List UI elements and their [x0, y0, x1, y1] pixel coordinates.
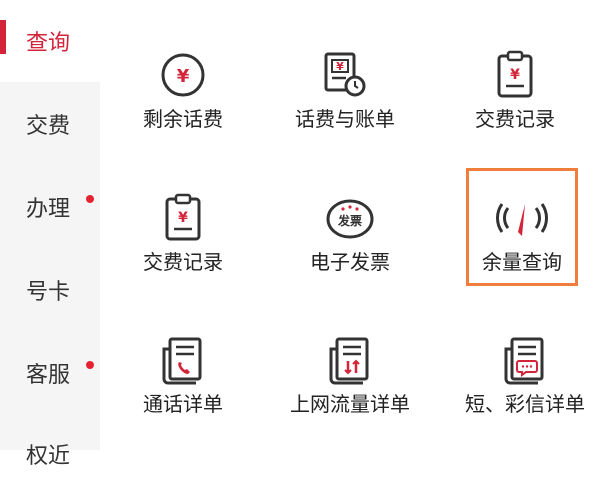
- sidebar-item-label: 权近: [26, 444, 71, 469]
- svg-text:¥: ¥: [336, 60, 344, 73]
- grid-item-label: 话费与账单: [295, 107, 395, 131]
- sidebar-item-label: 客服: [26, 363, 71, 388]
- grid-item-label: 上网流量详单: [290, 392, 410, 416]
- grid-item-label: 交费记录: [475, 107, 555, 131]
- grid-item-e-invoice[interactable]: 发票 电子发票: [275, 188, 425, 308]
- grid-item-label: 交费记录: [143, 250, 223, 274]
- svg-text:¥: ¥: [178, 210, 188, 226]
- notification-dot: [86, 361, 94, 369]
- active-indicator: [0, 20, 6, 54]
- grid-item-label: 通话详单: [143, 392, 223, 416]
- invoice-stamp-icon: 发票: [320, 188, 380, 248]
- sidebar: 查询 交费 办理 号卡 客服 权近: [0, 0, 100, 469]
- sidebar-item-label: 号卡: [26, 280, 71, 305]
- svg-text:¥: ¥: [510, 67, 520, 83]
- notification-dot: [86, 195, 94, 203]
- grid-item-payment-record-2[interactable]: ¥ 交费记录: [108, 188, 258, 308]
- grid-item-remaining-balance[interactable]: ¥ 剩余话费: [108, 45, 258, 165]
- sidebar-item-query[interactable]: 查询: [0, 0, 100, 82]
- sidebar-item-handle[interactable]: 办理: [0, 167, 100, 247]
- sidebar-item-service[interactable]: 客服: [0, 333, 100, 413]
- sidebar-item-label: 办理: [26, 197, 71, 222]
- sidebar-item-payment[interactable]: 交费: [0, 84, 100, 164]
- data-flow-detail-icon: [320, 330, 380, 390]
- sidebar-item-label: 交费: [26, 114, 71, 139]
- sidebar-item-card[interactable]: 号卡: [0, 250, 100, 330]
- grid-item-sms-detail[interactable]: 短、彩信详单: [450, 330, 600, 450]
- call-detail-icon: [153, 330, 213, 390]
- sidebar-item-label: 查询: [26, 31, 71, 56]
- clipboard-yuan-icon: ¥: [153, 188, 213, 248]
- grid-item-bill[interactable]: ¥ 话费与账单: [270, 45, 420, 165]
- sms-detail-icon: [495, 330, 555, 390]
- svg-text:发票: 发票: [337, 213, 362, 228]
- sidebar-item-more[interactable]: 权近: [0, 414, 100, 494]
- svg-text:¥: ¥: [177, 66, 190, 87]
- yuan-circle-icon: ¥: [153, 45, 213, 105]
- grid-item-payment-record[interactable]: ¥ 交费记录: [440, 45, 590, 165]
- grid-item-data-detail[interactable]: 上网流量详单: [275, 330, 425, 450]
- grid-item-call-detail[interactable]: 通话详单: [108, 330, 258, 450]
- highlight-box: [466, 168, 578, 286]
- grid-item-label: 剩余话费: [143, 107, 223, 131]
- grid-item-label: 短、彩信详单: [465, 392, 585, 416]
- grid-item-label: 电子发票: [310, 250, 390, 274]
- bill-clock-icon: ¥: [315, 45, 375, 105]
- clipboard-yuan-icon: ¥: [485, 45, 545, 105]
